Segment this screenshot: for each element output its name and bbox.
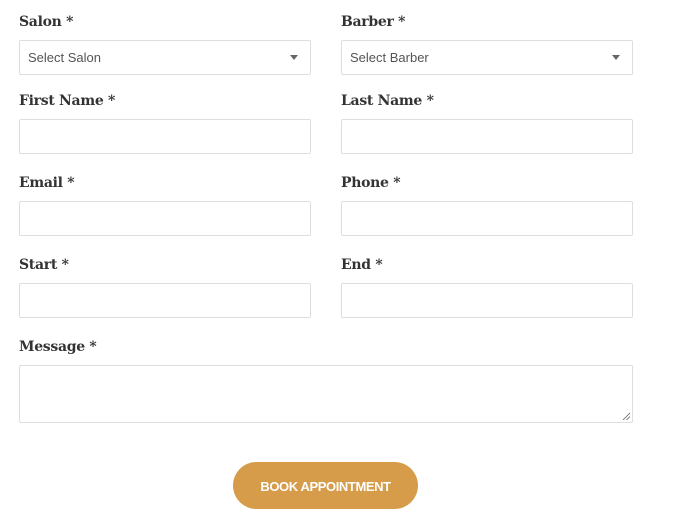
phone-input[interactable]: [342, 202, 632, 235]
first-name-label: First Name *: [19, 93, 116, 109]
start-field-wrapper: [19, 283, 311, 318]
barber-label: Barber *: [341, 14, 406, 30]
salon-select-value: Select Salon: [28, 50, 101, 65]
end-label: End *: [341, 257, 383, 273]
resize-grip-icon[interactable]: [622, 412, 630, 420]
start-input[interactable]: [20, 284, 310, 317]
message-label: Message *: [19, 339, 97, 355]
barber-select[interactable]: Select Barber: [341, 40, 633, 75]
chevron-down-icon: [612, 55, 620, 60]
end-field-wrapper: [341, 283, 633, 318]
phone-label: Phone *: [341, 175, 401, 191]
salon-select[interactable]: Select Salon: [19, 40, 311, 75]
first-name-input[interactable]: [20, 120, 310, 153]
message-field-wrapper: [19, 365, 633, 423]
salon-label: Salon *: [19, 14, 74, 30]
message-textarea[interactable]: [20, 366, 632, 422]
email-field-wrapper: [19, 201, 311, 236]
email-label: Email *: [19, 175, 75, 191]
start-label: Start *: [19, 257, 69, 273]
end-input[interactable]: [342, 284, 632, 317]
first-name-field-wrapper: [19, 119, 311, 154]
phone-field-wrapper: [341, 201, 633, 236]
book-appointment-button[interactable]: BOOK APPOINTMENT: [233, 462, 418, 509]
chevron-down-icon: [290, 55, 298, 60]
barber-select-value: Select Barber: [350, 50, 429, 65]
email-input[interactable]: [20, 202, 310, 235]
last-name-input[interactable]: [342, 120, 632, 153]
last-name-field-wrapper: [341, 119, 633, 154]
last-name-label: Last Name *: [341, 93, 434, 109]
